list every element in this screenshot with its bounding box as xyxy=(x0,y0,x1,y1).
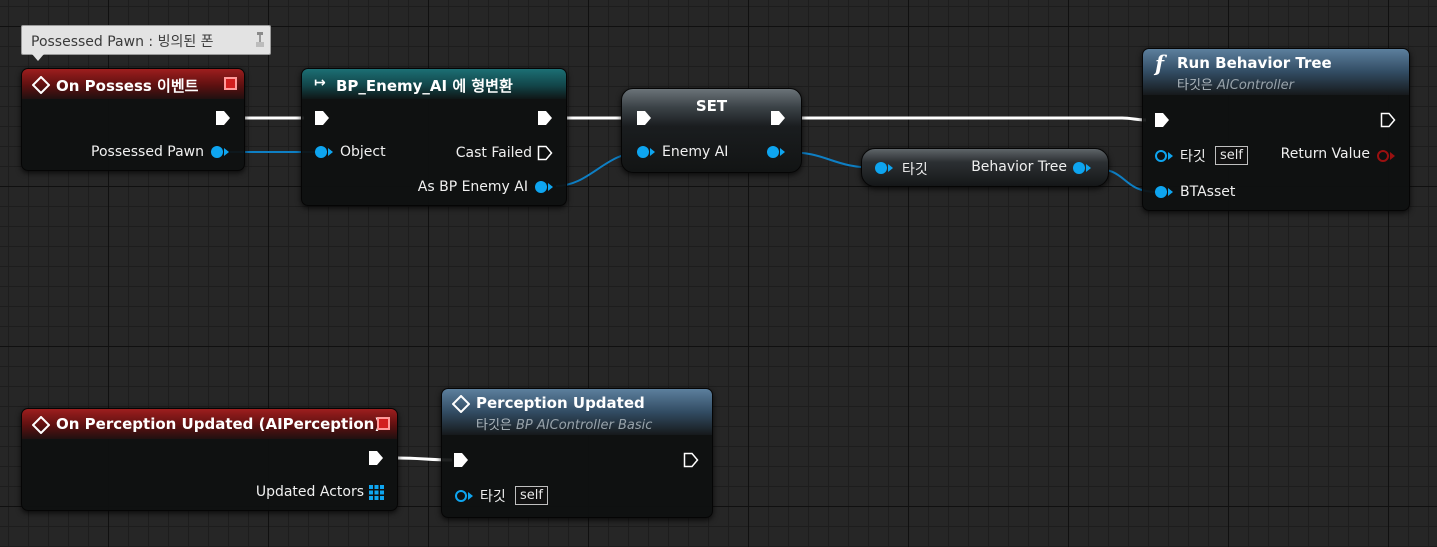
exec-in-pin[interactable] xyxy=(314,110,330,126)
exec-out-pin[interactable] xyxy=(368,450,384,466)
cast-failed-label: Cast Failed xyxy=(455,145,532,161)
possessed-pawn-label: Possessed Pawn xyxy=(91,144,204,160)
node-header: ↦ BP_Enemy_AI 에 형변환 xyxy=(302,69,566,99)
object-pin[interactable] xyxy=(314,145,334,159)
target-label: 타깃 xyxy=(1180,149,1206,165)
btasset-pin[interactable] xyxy=(1154,185,1174,199)
object-label: Object xyxy=(340,144,386,160)
exec-wire xyxy=(800,116,1147,122)
self-default-value[interactable]: self xyxy=(1215,146,1248,165)
tooltip-text: Possessed Pawn : 빙의된 폰 xyxy=(31,34,214,50)
target-pin[interactable] xyxy=(874,161,894,175)
node-header: On Perception Updated (AIPerception) xyxy=(22,409,397,439)
self-default-value[interactable]: self xyxy=(515,486,548,505)
subtitle-class: AIController xyxy=(1217,78,1294,93)
as-bp-enemy-ai-label: As BP Enemy AI xyxy=(417,179,528,195)
exec-out-pin[interactable] xyxy=(683,452,699,468)
enemy-ai-in-pin[interactable] xyxy=(636,145,656,159)
updated-actors-label: Updated Actors xyxy=(255,484,364,500)
exec-out-pin[interactable] xyxy=(770,110,786,126)
updated-actors-array-pin[interactable] xyxy=(369,485,384,500)
target-label: 타깃 xyxy=(480,489,506,505)
node-header: Perception Updated 타깃은 BP AIController B… xyxy=(442,389,712,435)
exec-out-pin[interactable] xyxy=(1380,112,1396,128)
possessed-pawn-pin[interactable] xyxy=(210,145,230,159)
target-pin[interactable] xyxy=(454,489,474,503)
event-diamond-icon xyxy=(32,76,50,94)
node-header: f Run Behavior Tree 타깃은 AIController xyxy=(1143,49,1409,95)
behavior-tree-label: Behavior Tree xyxy=(971,159,1067,175)
pin-icon xyxy=(256,32,264,47)
node-title: BP_Enemy_AI 에 형변환 xyxy=(336,77,513,95)
node-title: Perception Updated xyxy=(476,394,645,412)
subtitle-prefix: 타깃은 xyxy=(476,418,517,433)
node-title: On Perception Updated (AIPerception) xyxy=(56,415,382,433)
exec-out-pin[interactable] xyxy=(537,110,553,126)
as-bp-enemy-ai-pin[interactable] xyxy=(534,180,554,194)
cast-failed-exec-pin[interactable] xyxy=(537,145,553,161)
node-title: Run Behavior Tree xyxy=(1177,54,1332,72)
return-value-pin[interactable] xyxy=(1376,149,1396,163)
delegate-icon[interactable] xyxy=(224,77,237,90)
exec-out-pin[interactable] xyxy=(215,110,231,126)
delegate-icon[interactable] xyxy=(377,417,390,430)
set-variable-node[interactable]: SET xyxy=(621,88,802,173)
enemy-ai-out-pin[interactable] xyxy=(766,145,786,159)
behavior-tree-pin[interactable] xyxy=(1072,161,1092,175)
cast-arrow-icon: ↦ xyxy=(314,75,326,91)
btasset-label: BTAsset xyxy=(1180,184,1236,200)
function-icon: f xyxy=(1155,51,1165,76)
node-header: On Possess 이벤트 xyxy=(22,69,244,99)
subtitle-class: BP AIController Basic xyxy=(516,418,653,433)
exec-in-pin[interactable] xyxy=(1154,112,1170,128)
return-value-label: Return Value xyxy=(1280,146,1370,162)
target-label: 타깃 xyxy=(902,162,928,178)
target-pin[interactable] xyxy=(1154,149,1174,163)
pin-tooltip: Possessed Pawn : 빙의된 폰 xyxy=(21,25,271,61)
event-diamond-icon xyxy=(452,395,470,413)
event-diamond-icon xyxy=(32,416,50,434)
exec-in-pin[interactable] xyxy=(453,452,469,468)
exec-in-pin[interactable] xyxy=(636,110,652,126)
enemy-ai-label: Enemy AI xyxy=(662,144,729,160)
node-title: On Possess 이벤트 xyxy=(56,77,199,95)
subtitle-prefix: 타깃은 xyxy=(1177,78,1218,93)
